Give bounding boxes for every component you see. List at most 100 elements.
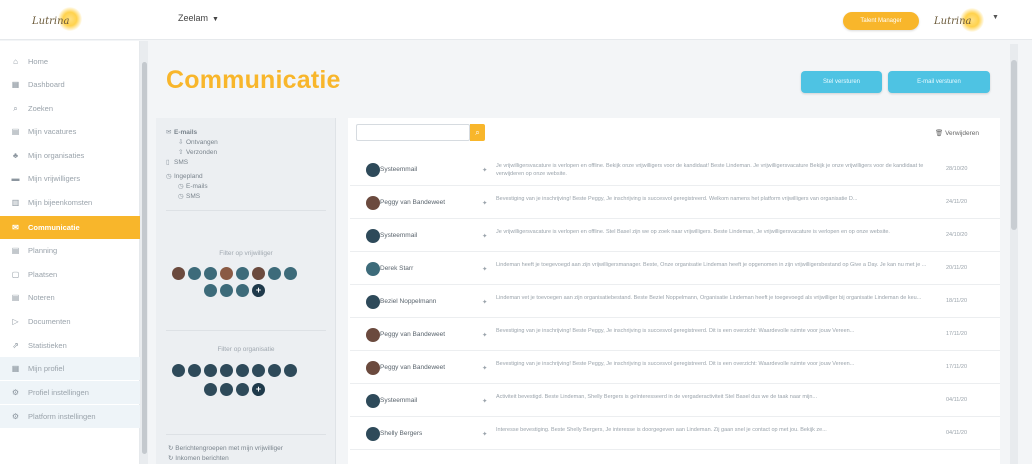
message-row[interactable]: Beziel Noppelmann ✦ Lindeman vet je toevoe…	[350, 286, 1000, 318]
send-group-button[interactable]: Stel versturen	[801, 71, 882, 93]
filter-avatar[interactable]	[220, 267, 233, 280]
send-email-button[interactable]: E-mail versturen	[888, 71, 990, 93]
filter-avatar[interactable]	[204, 383, 217, 396]
sidebar-item-dashboard[interactable]: ▦ Dashboard	[0, 73, 140, 96]
sidebar-item-communicatie[interactable]: ✉ Communicatie	[0, 216, 140, 239]
chart-icon: ⇗	[12, 341, 19, 350]
filter-avatar[interactable]	[236, 284, 249, 297]
flag-icon[interactable]: ✦	[482, 397, 487, 405]
dashboard-icon: ▦	[11, 80, 20, 89]
show-more-filter-button[interactable]: +	[252, 284, 265, 297]
sidebar-item-label: Zoeken	[28, 104, 54, 113]
flag-icon[interactable]: ✦	[482, 166, 487, 174]
page-scrollbar-thumb[interactable]	[1011, 60, 1017, 230]
filter-avatar[interactable]	[268, 364, 281, 377]
sidebar-item-label: Mijn vrijwilligers	[28, 174, 81, 183]
message-row[interactable]: Systeemmail ✦ Je vrijwilligersvacature is …	[350, 154, 1000, 186]
message-row[interactable]: Shelly Bergers ✦ Interesse bevestiging. Be…	[350, 418, 1000, 450]
search-input[interactable]	[356, 124, 470, 141]
message-preview: Bevestiging van je inschrijving! Beste P…	[496, 328, 855, 334]
organisation-select[interactable]: Zeelam ▼	[178, 13, 219, 23]
folder-scheduled-sms[interactable]: ◷ SMS	[178, 192, 200, 200]
remove-button[interactable]: 🗑 Verwijderen	[935, 129, 979, 137]
sidebar-item-mijn-profiel[interactable]: ▦ Mijn profiel	[0, 357, 140, 380]
filter-avatar[interactable]	[188, 267, 201, 280]
message-date: 17/11/20	[946, 364, 968, 370]
sidebar-item-statistieken[interactable]: ⇗ Statistieken	[0, 334, 140, 357]
filter-avatar[interactable]	[220, 383, 233, 396]
sidebar-item-planning[interactable]: ▤ Planning	[0, 239, 140, 262]
sidebar-item-home[interactable]: ⌂ Home	[0, 50, 140, 73]
sidebar-item-zoeken[interactable]: ⌕ Zoeken	[0, 97, 140, 120]
message-preview: Lindeman vet je toevoegen aan zijn organ…	[496, 295, 922, 301]
filter-avatar[interactable]	[220, 284, 233, 297]
folder-scheduled[interactable]: ◷ Ingepland	[166, 172, 203, 180]
flag-icon[interactable]: ✦	[482, 199, 487, 207]
filter-avatar[interactable]	[252, 364, 265, 377]
message-date: 04/11/20	[946, 397, 968, 403]
filter-avatar[interactable]	[172, 364, 185, 377]
sidebar-item-label: Platform instellingen	[28, 412, 96, 421]
folder-scheduled-emails[interactable]: ◷ E-mails	[178, 182, 208, 190]
flag-icon[interactable]: ✦	[482, 331, 487, 339]
sidebar-item-label: Home	[28, 57, 49, 66]
chevron-down-icon: ▼	[212, 16, 219, 23]
filter-avatar[interactable]	[220, 364, 233, 377]
sidebar-item-platform-instellingen[interactable]: ⚙ Platform instellingen	[0, 405, 140, 428]
filter-avatar[interactable]	[252, 267, 265, 280]
sidebar-item-plaatsen[interactable]: ▢ Plaatsen	[0, 263, 140, 286]
filter-avatar[interactable]	[172, 267, 185, 280]
show-more-filter-button[interactable]: +	[252, 383, 265, 396]
filter-avatar[interactable]	[236, 267, 249, 280]
app-logo[interactable]: Lutrina	[30, 7, 86, 33]
flag-icon[interactable]: ✦	[482, 232, 487, 240]
volunteer-groups-link[interactable]: ↻ Berichtengroepen met mijn vrijwilliger	[168, 444, 283, 452]
sidebar-item-label: Statistieken	[28, 341, 67, 350]
sidebar-item-label: Noteren	[28, 293, 55, 302]
sidebar-scrollbar-thumb[interactable]	[142, 62, 147, 454]
filter-avatar[interactable]	[236, 383, 249, 396]
folder-sent[interactable]: ⇧ Verzonden	[178, 148, 217, 156]
message-date: 20/11/20	[946, 265, 968, 271]
account-chevron-down-icon[interactable]: ▼	[992, 14, 999, 21]
sender-avatar	[366, 163, 380, 177]
filter-avatar[interactable]	[204, 364, 217, 377]
filter-avatar[interactable]	[268, 267, 281, 280]
flag-icon[interactable]: ✦	[482, 430, 487, 438]
flag-icon[interactable]: ✦	[482, 265, 487, 273]
folder-inbox[interactable]: ⇩ Ontvangen	[178, 138, 218, 146]
sidebar-item-profiel-instellingen[interactable]: ⚙ Profiel instellingen	[0, 381, 140, 404]
document-icon: ▢	[11, 270, 20, 279]
people-icon: ♣	[12, 151, 19, 160]
message-row[interactable]: Derek Starr ✦ Lindeman heeft je toegevoegd…	[350, 253, 1000, 285]
sidebar-item-mijn-vacatures[interactable]: ▤ Mijn vacatures	[0, 120, 140, 143]
sidebar-item-noteren[interactable]: ▤ Noteren	[0, 286, 140, 309]
sidebar-item-mijn-vrijwilligers[interactable]: ▬ Mijn vrijwilligers	[0, 167, 140, 190]
filter-avatar[interactable]	[204, 284, 217, 297]
account-logo[interactable]: Lutrina	[930, 6, 990, 34]
filter-avatar[interactable]	[284, 364, 297, 377]
message-row[interactable]: Systeemmail ✦ Je vrijwilligersvacature is …	[350, 220, 1000, 252]
sender-avatar	[366, 262, 380, 276]
sender-avatar	[366, 361, 380, 375]
message-row[interactable]: Peggy van Bandeweet ✦ Bevestiging van je i…	[350, 319, 1000, 351]
folder-sms[interactable]: ▯ SMS	[166, 158, 188, 166]
sidebar-item-documenten[interactable]: ▷ Documenten	[0, 310, 140, 333]
gear-icon: ⚙	[11, 412, 20, 421]
message-row[interactable]: Systeemmail ✦ Activiteit bevestigd. Beste …	[350, 385, 1000, 417]
flag-icon[interactable]: ✦	[482, 364, 487, 372]
folder-emails[interactable]: ✉ E-mails	[166, 128, 197, 136]
message-row[interactable]: Peggy van Bandeweet ✦ Bevestiging van je i…	[350, 187, 1000, 219]
phone-icon: ▯	[166, 159, 170, 166]
filter-avatar[interactable]	[204, 267, 217, 280]
sidebar-item-mijn-bijeenkomsten[interactable]: ▥ Mijn bijeenkomsten	[0, 191, 140, 214]
talent-manager-button[interactable]: Talent Manager	[843, 12, 919, 30]
sidebar-item-mijn-organisaties[interactable]: ♣ Mijn organisaties	[0, 144, 140, 167]
search-button[interactable]: ⌕	[470, 124, 485, 141]
filter-avatar[interactable]	[284, 267, 297, 280]
flag-icon[interactable]: ✦	[482, 298, 487, 306]
incoming-messages-link[interactable]: ↻ Inkomen berichten	[168, 454, 229, 462]
filter-avatar[interactable]	[236, 364, 249, 377]
filter-avatar[interactable]	[188, 364, 201, 377]
message-row[interactable]: Peggy van Bandeweet ✦ Bevestiging van je i…	[350, 352, 1000, 384]
